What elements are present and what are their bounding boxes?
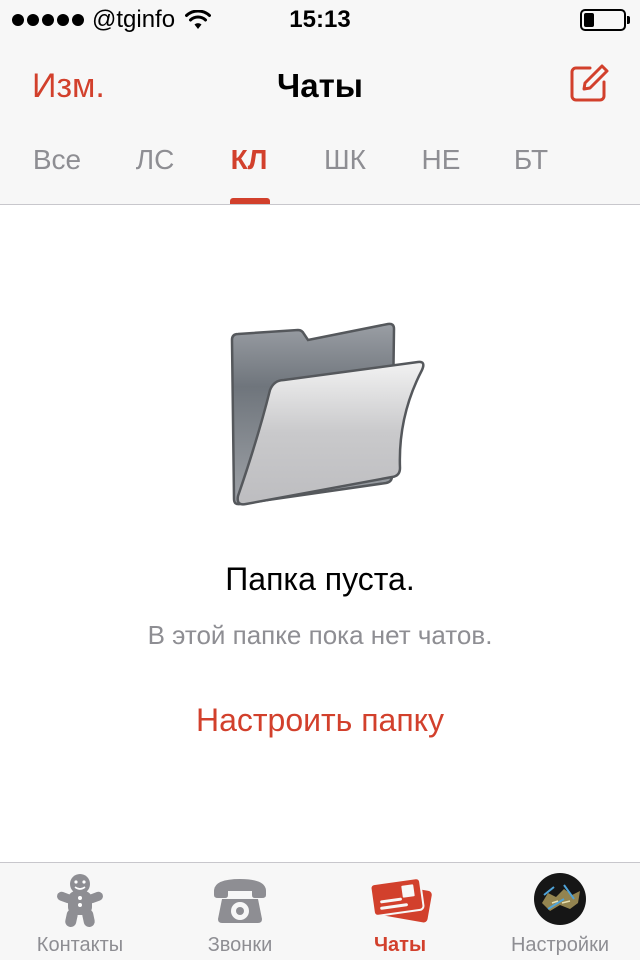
tab-bar-label: Звонки <box>207 934 273 956</box>
compose-icon[interactable] <box>568 62 610 104</box>
empty-state-title: Папка пуста. <box>225 561 415 597</box>
status-time: 15:13 <box>289 6 351 33</box>
navigation-bar: Изм. Чаты <box>0 40 640 130</box>
tab-bar-label: Настройки <box>510 934 610 956</box>
tab-ne[interactable]: НЕ <box>406 144 476 176</box>
status-bar: @tginfo 15:13 <box>0 0 640 40</box>
tab-bar-chats[interactable]: Чаты <box>320 863 480 960</box>
tab-kl[interactable]: КЛ <box>214 144 284 176</box>
tab-all[interactable]: Все <box>22 144 92 176</box>
battery-level <box>584 13 594 27</box>
folder-tabs: Все ЛС КЛ ШК НЕ БТ <box>0 130 640 205</box>
tab-bar-label: Контакты <box>36 934 124 956</box>
phone-icon <box>214 879 266 923</box>
folder-icon <box>230 322 425 506</box>
tab-bar-contacts[interactable]: Контакты <box>0 863 160 960</box>
configure-folder-button[interactable]: Настроить папку <box>0 700 640 740</box>
tab-bar-calls[interactable]: Звонки <box>160 863 320 960</box>
active-tab-indicator <box>230 198 270 204</box>
gingerbread-icon <box>57 874 103 928</box>
page-title: Чаты <box>277 67 363 104</box>
empty-state-subtitle: В этой папке пока нет чатов. <box>147 620 493 650</box>
avatar <box>534 873 586 925</box>
tab-bar-settings[interactable]: Настройки <box>480 863 640 960</box>
battery-icon <box>580 9 630 31</box>
tab-shk[interactable]: ШК <box>310 144 380 176</box>
tab-bar: Контакты Звонки Чаты Настройки <box>0 862 640 960</box>
chats-icon <box>369 877 432 923</box>
tab-bt[interactable]: БТ <box>496 144 566 176</box>
tab-bar-label: Чаты <box>373 934 427 956</box>
tab-ls[interactable]: ЛС <box>120 144 190 176</box>
